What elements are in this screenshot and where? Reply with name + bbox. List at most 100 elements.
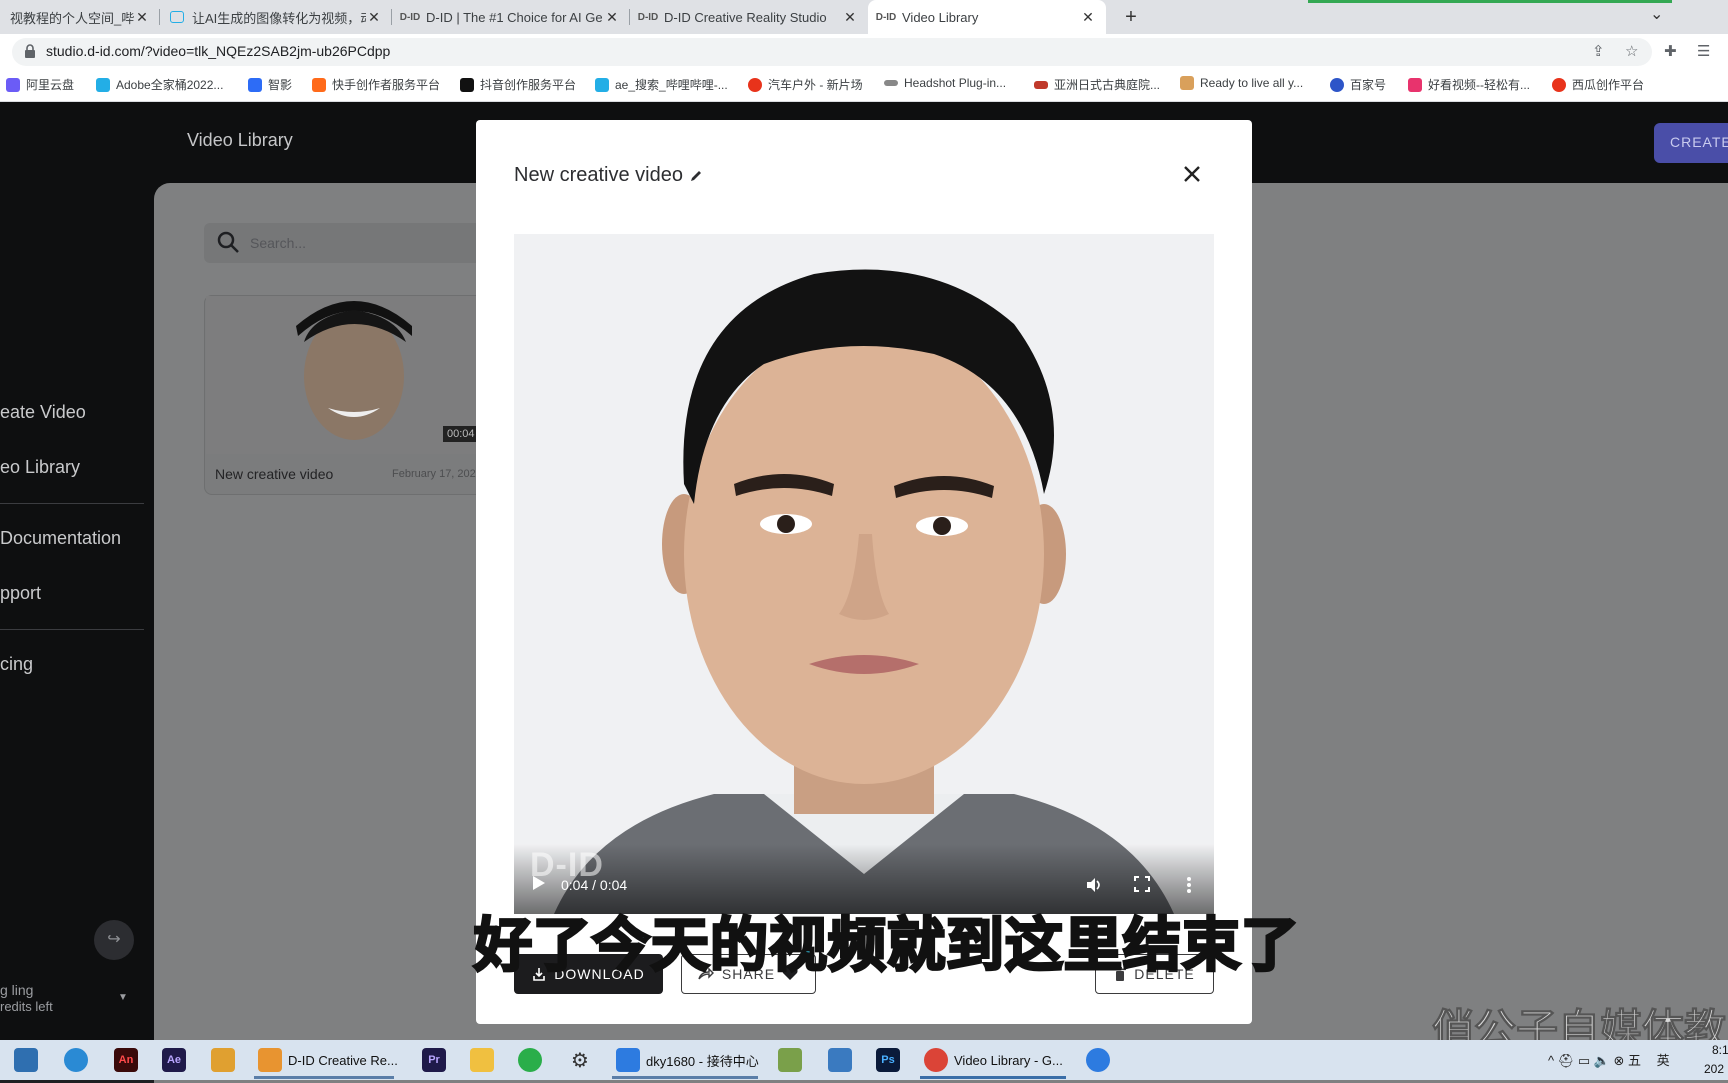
bookmark-item[interactable]: Ready to live all y... <box>1180 76 1303 90</box>
bookmark-item[interactable]: 抖音创作服务平台 <box>460 76 576 93</box>
sidebar-item-video-library[interactable]: eo Library <box>0 457 80 478</box>
card-date: February 17, 2023 <box>392 468 482 480</box>
premiere-icon: Pr <box>422 1048 446 1072</box>
bookmark-favicon-icon <box>748 77 762 92</box>
tab-close-icon[interactable]: ✕ <box>366 9 382 26</box>
taskbar-premiere[interactable]: Pr <box>422 1046 452 1074</box>
folder-icon <box>470 1048 494 1072</box>
fullscreen-icon[interactable] <box>1134 876 1150 892</box>
bookmark-favicon-icon <box>1330 77 1344 92</box>
search-input[interactable] <box>250 232 490 254</box>
collapse-arrow-icon: ↪ <box>107 931 121 948</box>
clock-date[interactable]: 202 <box>1704 1062 1724 1076</box>
tab-bilibili-space[interactable]: 视教程的个人空间_哔哩 ✕ <box>0 0 160 34</box>
bookmark-star-icon[interactable]: ☆ <box>1625 42 1638 60</box>
url-text[interactable]: studio.d-id.com/?video=tlk_NQEz2SAB2jm-u… <box>46 43 390 59</box>
window-icon <box>828 1048 852 1072</box>
chrome-icon <box>924 1048 948 1072</box>
bookmark-item[interactable]: 百家号 <box>1330 76 1386 93</box>
bookmark-favicon-icon <box>1408 77 1422 92</box>
play-icon[interactable] <box>532 875 546 891</box>
bookmark-item[interactable]: 快手创作者服务平台 <box>312 76 440 93</box>
sidebar-divider <box>0 629 144 630</box>
taskbar-app-extra[interactable] <box>1086 1046 1116 1074</box>
photoshop-icon: Ps <box>876 1048 900 1072</box>
bookmark-item[interactable]: 西瓜创作平台 <box>1552 76 1644 93</box>
taskbar-chrome-window[interactable]: Video Library - G... <box>924 1046 1063 1074</box>
tab-close-icon[interactable]: ✕ <box>1080 9 1096 26</box>
pencil-edit-icon[interactable] <box>689 169 703 183</box>
system-tray[interactable]: ^ ⛑ ▭ 🔈 ⊗ 五 英 <box>1548 1050 1670 1069</box>
taskbar-notes[interactable] <box>778 1046 808 1074</box>
bookmark-item[interactable]: 汽车户外 - 新片场 <box>748 76 863 93</box>
sidebar-item-support[interactable]: pport <box>0 583 41 604</box>
taskbar-did-window[interactable]: D-ID Creative Re... <box>258 1046 398 1074</box>
taskbar-settings[interactable]: ⚙ <box>568 1046 598 1074</box>
bookmark-item[interactable]: 好看视频--轻松有... <box>1408 76 1530 93</box>
app-icon <box>1086 1048 1110 1072</box>
bookmark-favicon-icon <box>1552 77 1566 92</box>
bookmark-item[interactable]: 阿里云盘 <box>6 76 74 93</box>
user-credits: redits left <box>0 999 53 1014</box>
create-button[interactable]: CREATE <box>1654 123 1728 163</box>
tab-close-icon[interactable]: ✕ <box>134 9 150 26</box>
gear-icon: ⚙ <box>571 1049 589 1072</box>
share-page-icon[interactable]: ⇪ <box>1592 42 1605 60</box>
taskbar-photoshop[interactable]: Ps <box>876 1046 906 1074</box>
taskbar-window-app[interactable] <box>828 1046 858 1074</box>
taskbar-app[interactable] <box>64 1046 94 1074</box>
store-icon <box>14 1048 38 1072</box>
tab-close-icon[interactable]: ✕ <box>604 9 620 26</box>
bilibili-tv-icon <box>170 11 184 23</box>
bookmark-favicon-icon <box>1034 80 1048 89</box>
bookmark-item[interactable]: 智影 <box>248 76 292 93</box>
taskbar-animate[interactable]: An <box>114 1046 144 1074</box>
close-icon[interactable] <box>1180 162 1204 186</box>
bookmark-favicon-icon <box>248 77 262 92</box>
bookmark-favicon-icon <box>312 77 326 92</box>
lock-icon[interactable] <box>24 44 36 58</box>
search-icon <box>217 231 239 253</box>
taskbar-chat-window[interactable]: dky1680 - 接待中心 <box>616 1046 759 1074</box>
notes-icon <box>778 1048 802 1072</box>
sidebar-item-documentation[interactable]: Documentation <box>0 528 121 549</box>
tab-did-studio[interactable]: D-ID D-ID Creative Reality Studio ✕ <box>630 0 868 34</box>
bookmark-item[interactable]: 亚洲日式古典庭院... <box>1034 76 1160 93</box>
did-logo-icon: D-ID <box>637 11 659 23</box>
tab-search-chevron-icon[interactable]: ⌄ <box>1650 4 1663 24</box>
taskbar-explorer[interactable] <box>470 1046 500 1074</box>
modal-title[interactable]: New creative video <box>514 164 703 187</box>
taskbar-eye-app[interactable] <box>211 1046 241 1074</box>
bookmark-favicon-icon <box>884 80 898 86</box>
tab-close-icon[interactable]: ✕ <box>842 9 858 26</box>
clock-time[interactable]: 8:1 <box>1712 1043 1728 1057</box>
bookmark-item[interactable]: ae_搜索_哔哩哔哩-... <box>595 76 728 93</box>
extensions-puzzle-icon[interactable]: ✚ <box>1664 42 1677 60</box>
taskbar-store[interactable] <box>14 1046 44 1074</box>
after-effects-icon: Ae <box>162 1048 186 1072</box>
active-indicator <box>920 1076 1066 1079</box>
app-icon <box>258 1048 282 1072</box>
video-player[interactable] <box>514 234 1214 914</box>
sidebar-divider <box>0 503 144 504</box>
sidebar-item-create-video[interactable]: eate Video <box>0 402 86 423</box>
tab-bilibili-video[interactable]: 让AI生成的图像转化为视频，动画 ✕ <box>160 0 392 34</box>
bookmark-favicon-icon <box>595 77 609 92</box>
sidebar-item-pricing[interactable]: cing <box>0 654 33 675</box>
bookmark-item[interactable]: Adobe全家桶2022... <box>96 76 223 93</box>
bookmark-favicon-icon <box>460 77 474 92</box>
reading-list-icon[interactable]: ☰ <box>1697 42 1710 60</box>
tab-did-home[interactable]: D-ID D-ID | The #1 Choice for AI Ge ✕ <box>392 0 630 34</box>
tab-video-library[interactable]: D-ID Video Library ✕ <box>868 0 1106 34</box>
bookmark-item[interactable]: Headshot Plug-in... <box>884 76 1006 90</box>
animate-icon: An <box>114 1048 138 1072</box>
duration-badge: 00:04 <box>443 426 479 442</box>
volume-icon[interactable] <box>1085 876 1103 894</box>
active-indicator <box>612 1076 758 1079</box>
collapse-sidebar-button[interactable]: ↪ <box>94 920 134 960</box>
new-tab-button[interactable]: + <box>1118 4 1144 30</box>
more-options-icon[interactable] <box>1186 876 1192 894</box>
taskbar-after-effects[interactable]: Ae <box>162 1046 192 1074</box>
user-menu-chevron-icon[interactable]: ▼ <box>118 992 128 1003</box>
taskbar-wechat[interactable] <box>518 1046 548 1074</box>
